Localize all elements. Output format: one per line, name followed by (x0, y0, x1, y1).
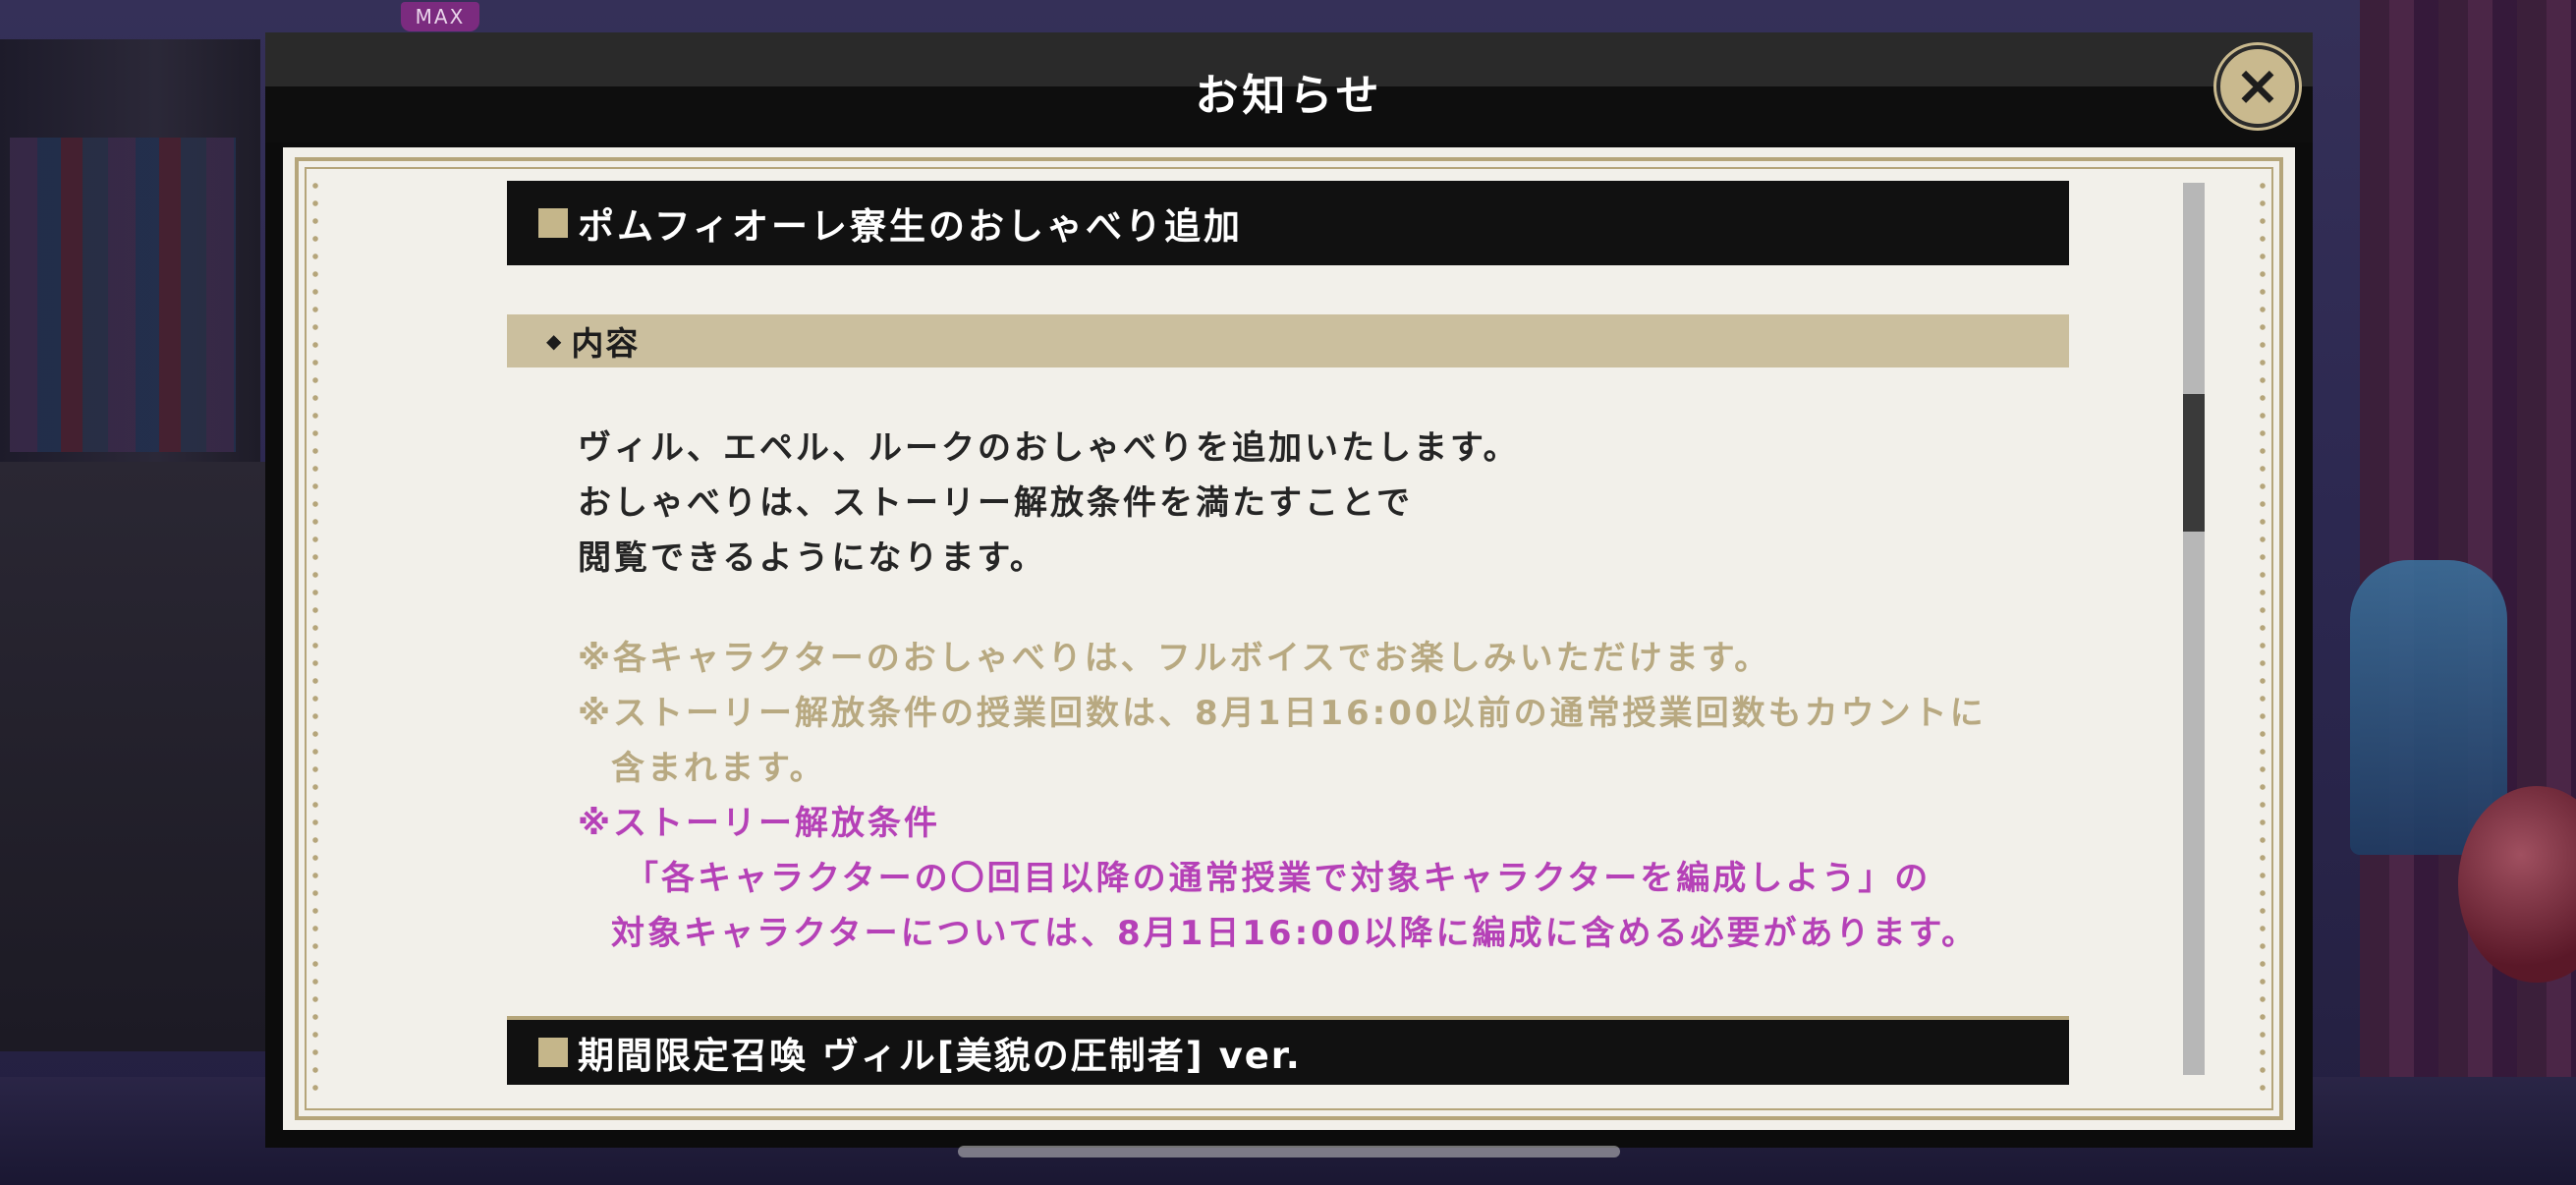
section-heading: ポムフィオーレ寮生のおしゃべり追加 (507, 181, 2069, 265)
background-books (10, 138, 236, 452)
frame-dots-right (2260, 177, 2266, 1100)
background-desk (0, 462, 265, 1051)
note-line: ※ストーリー解放条件の授業回数は、8月1日16:00以前の通常授業回数もカウント… (578, 694, 1987, 733)
scrollbar-thumb[interactable] (2183, 394, 2205, 532)
square-bullet-icon (538, 208, 568, 238)
scrollbar-track[interactable] (2183, 183, 2205, 1075)
notice-scroll-area[interactable]: ポムフィオーレ寮生のおしゃべり追加 ◆ 内容 ヴィル、エペル、ルークのおしゃべり… (507, 181, 2069, 1093)
notice-content-frame: ポムフィオーレ寮生のおしゃべり追加 ◆ 内容 ヴィル、エペル、ルークのおしゃべり… (283, 147, 2295, 1130)
highlight-line: ※ストーリー解放条件 (578, 804, 941, 843)
highlight-line: 対象キャラクターについては、8月1日16:00以降に編成に含める必要があります。 (611, 914, 1979, 953)
section-heading-text: ポムフィオーレ寮生のおしゃべり追加 (578, 205, 1244, 248)
subheading-text: 内容 (571, 324, 641, 363)
close-icon: × (2234, 54, 2281, 118)
modal-header: お知らせ (265, 32, 2313, 142)
modal-title: お知らせ (1195, 71, 1383, 121)
notice-body: ヴィル、エペル、ルークのおしゃべりを追加いたします。 おしゃべりは、ストーリー解… (507, 421, 2069, 961)
body-line: ヴィル、エペル、ルークのおしゃべりを追加いたします。 (578, 428, 1520, 468)
level-max-badge: MAX (401, 2, 479, 31)
next-section-heading: 期間限定召喚 ヴィル[美貌の圧制者] ver. (507, 1016, 2069, 1085)
diamond-bullet-icon: ◆ (546, 329, 564, 353)
frame-dots-left (312, 177, 318, 1100)
subheading-contents: ◆ 内容 (507, 314, 2069, 367)
highlight-line: 「各キャラクターの〇回目以降の通常授業で対象キャラクターを編成しよう」の (625, 859, 1932, 898)
home-indicator[interactable] (958, 1146, 1620, 1157)
close-button[interactable]: × (2216, 45, 2299, 128)
note-line: 含まれます。 (611, 749, 826, 788)
next-section-heading-text: 期間限定召喚 ヴィル[美貌の圧制者] ver. (578, 1035, 1302, 1077)
note-line: ※各キャラクターのおしゃべりは、フルボイスでお楽しみいただけます。 (578, 639, 1771, 678)
body-line: おしゃべりは、ストーリー解放条件を満たすことで (578, 483, 1413, 523)
square-bullet-icon (538, 1038, 568, 1067)
body-line: 閲覧できるようになります。 (578, 538, 1046, 578)
notice-modal: お知らせ × ポムフィオーレ寮生のおしゃべり追加 ◆ 内容 ヴィル、エペル、ルー… (265, 32, 2313, 1148)
